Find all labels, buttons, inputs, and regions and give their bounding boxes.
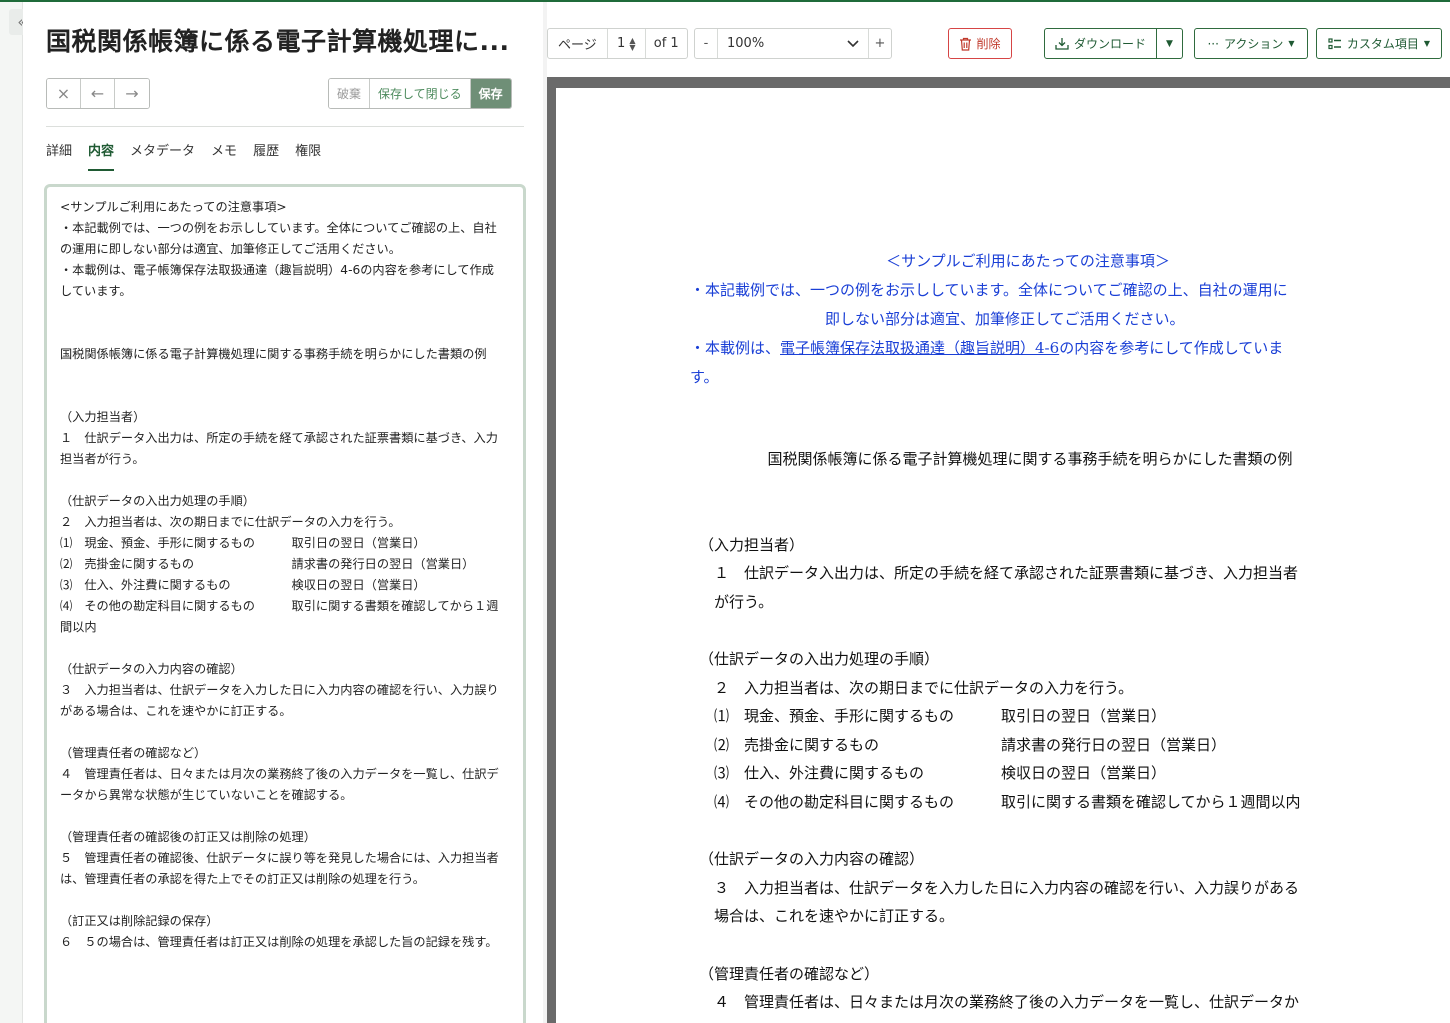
deadline-row: ⑶ 仕入、外注費に関するもの 検収日の翌日（営業日）	[699, 764, 1167, 783]
notice-line-2-tail: す。	[690, 368, 719, 386]
section-text: １ 仕訳データ入出力は、所定の手続を経て承認された証票書類に基づき、入力担当者	[699, 564, 1298, 583]
page-total: of 1	[653, 36, 679, 51]
page-number-input[interactable]: 1 ▲ ▼	[608, 29, 646, 58]
download-label: ダウンロード	[1074, 37, 1147, 51]
save-group: 破棄 保存して閉じる 保存	[328, 78, 512, 109]
delete-button[interactable]: 削除	[948, 28, 1012, 59]
section-text: ２ 入力担当者は、次の期日までに仕訳データの入力を行う。	[699, 678, 1134, 697]
page-title: 国税関係帳簿に係る電子計算機処理に...	[46, 27, 510, 56]
notice-line-1a: ・本記載例では、一つの例をお示ししています。全体についてご確認の上、自社の運用に	[690, 281, 1288, 299]
tab-bar: 詳細 内容 メタデータ メモ 履歴 権限	[46, 140, 337, 171]
page-spinner-icon[interactable]: ▲ ▼	[629, 36, 635, 51]
download-group: ダウンロード ▼	[1044, 28, 1184, 59]
download-menu-caret-icon[interactable]: ▼	[1157, 29, 1182, 58]
save-and-close-button[interactable]: 保存して閉じる	[370, 79, 471, 108]
notice-line-2: ・本載例は、電子帳簿保存法取扱通達（趣旨説明）4-6の内容を参考にして作成してい…	[690, 339, 1284, 357]
record-nav-group: × ← →	[46, 78, 150, 109]
content-textarea[interactable]: <サンプルご利用にあたっての注意事項> ・本記載例では、一つの例をお示ししていま…	[44, 184, 526, 1023]
document-viewer[interactable]: ＜サンプルご利用にあたっての注意事項＞ ・本記載例では、一つの例をお示ししていま…	[547, 77, 1450, 1023]
custom-fields-label: カスタム項目	[1346, 37, 1419, 51]
download-button[interactable]: ダウンロード	[1045, 29, 1158, 58]
left-panel: 国税関係帳簿に係る電子計算機処理に... × ← → 破棄 保存して閉じる 保存…	[23, 2, 543, 1023]
tab-history[interactable]: 履歴	[253, 140, 279, 171]
delete-label: 削除	[976, 37, 1001, 51]
section-text: が行う。	[699, 592, 774, 611]
more-dots-icon: ···	[1207, 36, 1219, 51]
content-text: <サンプルご利用にあたっての注意事項> ・本記載例では、一つの例をお示ししていま…	[60, 200, 499, 949]
sample-notice: ＜サンプルご利用にあたっての注意事項＞ ・本記載例では、一つの例をお示ししていま…	[690, 247, 1366, 392]
page-label: ページ	[548, 29, 608, 58]
notice-title: ＜サンプルご利用にあたっての注意事項＞	[886, 252, 1170, 270]
deadline-row: ⑷ その他の勘定科目に関するもの 取引に関する書類を確認してから１週間以内	[699, 792, 1301, 811]
next-button[interactable]: →	[115, 79, 149, 108]
chevron-down-icon	[847, 39, 859, 47]
document-page: ＜サンプルご利用にあたっての注意事項＞ ・本記載例では、一つの例をお示ししていま…	[556, 88, 1450, 1023]
section-heading: （仕訳データの入出力処理の手順）	[699, 649, 940, 668]
deadline-row: ⑴ 現金、預金、手形に関するもの 取引日の翌日（営業日）	[699, 707, 1167, 726]
caret-down-icon: ▼	[1288, 39, 1295, 48]
divider	[46, 126, 524, 127]
download-icon	[1055, 38, 1069, 50]
list-settings-icon	[1328, 37, 1341, 49]
section-heading: （入力担当者）	[699, 535, 805, 554]
custom-fields-button[interactable]: カスタム項目 ▼	[1316, 28, 1442, 59]
page-navigator: ページ 1 ▲ ▼ of 1	[547, 28, 688, 59]
discard-button[interactable]: 破棄	[329, 79, 371, 108]
tab-metadata[interactable]: メタデータ	[130, 140, 195, 171]
section-heading: （仕訳データの入力内容の確認）	[699, 850, 925, 869]
caret-down-icon: ▼	[1423, 39, 1431, 48]
section-text: ３ 入力担当者は、仕訳データを入力した日に入力内容の確認を行い、入力誤りがある	[699, 878, 1300, 897]
trash-icon	[960, 37, 972, 51]
section-heading: （管理責任者の確認など）	[699, 964, 880, 983]
section-text: 場合は、これを速やかに訂正する。	[699, 907, 955, 926]
page-number-value: 1	[617, 36, 626, 51]
actions-label: アクション	[1223, 37, 1284, 51]
zoom-select[interactable]: 100%	[717, 29, 869, 58]
zoom-value: 100%	[727, 36, 765, 51]
zoom-in-button[interactable]: +	[869, 29, 891, 58]
tab-permissions[interactable]: 権限	[295, 140, 321, 171]
document-heading: 国税関係帳簿に係る電子計算機処理に関する事務手続を明らかにした書類の例	[767, 450, 1293, 468]
side-rail: «	[0, 2, 35, 1023]
zoom-out-button[interactable]: -	[695, 29, 717, 58]
zoom-control: - 100% +	[694, 28, 892, 59]
tab-details[interactable]: 詳細	[46, 140, 72, 171]
tab-notes[interactable]: メモ	[211, 140, 237, 171]
notice-link[interactable]: 電子帳簿保存法取扱通達（趣旨説明）4-6	[780, 339, 1059, 357]
section-text: ４ 管理責任者は、日々または月次の業務終了後の入力データを一覧し、仕訳データか	[699, 993, 1300, 1012]
save-button[interactable]: 保存	[470, 79, 511, 108]
document-body: 国税関係帳簿に係る電子計算機処理に関する事務手続を明らかにした書類の例 （入力担…	[699, 445, 1369, 1017]
deadline-row: ⑵ 売掛金に関するもの 請求書の発行日の翌日（営業日）	[699, 735, 1227, 754]
tab-content[interactable]: 内容	[88, 140, 115, 171]
close-button[interactable]: ×	[47, 79, 81, 108]
notice-line-1b: 即しない部分は適宜、加筆修正してご活用ください。	[825, 310, 1185, 328]
previous-button[interactable]: ←	[81, 79, 115, 108]
actions-button[interactable]: ··· アクション ▼	[1194, 28, 1308, 59]
